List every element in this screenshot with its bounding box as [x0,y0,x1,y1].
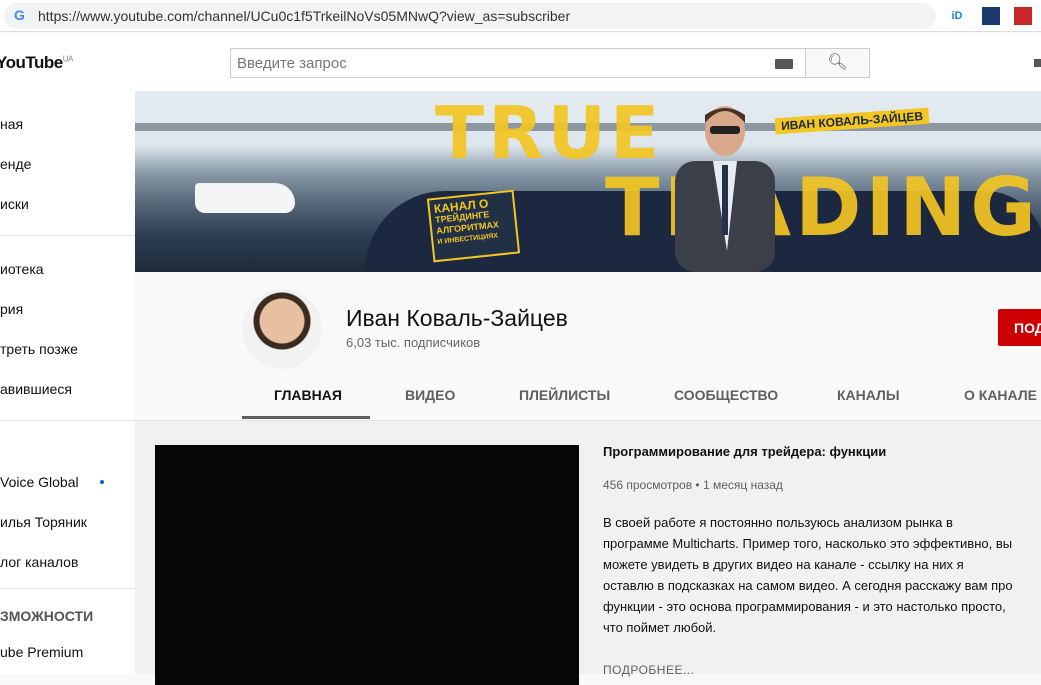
search-button[interactable]: 🔍︎ [805,48,870,78]
video-meta: 456 просмотров • 1 месяц назад [603,478,783,492]
sidebar-item-history[interactable]: рия [0,301,23,317]
search-placeholder: Введите запрос [237,55,347,72]
tab-community[interactable]: СООБЩЕСТВО [674,387,778,403]
banner-tagline-box: КАНАЛ О ТРЕЙДИНГЕ АЛГОРИТМАХ И ИНВЕСТИЦИ… [426,189,521,263]
divider [0,420,135,421]
browser-address-bar: G https://www.youtube.com/channel/UCu0c1… [0,0,1041,32]
active-tab-indicator [242,416,370,419]
divider [0,588,135,589]
sidebar-item-subscriptions[interactable]: иски [0,196,29,212]
channel-name: Иван Коваль-Зайцев [346,305,568,331]
video-title[interactable]: Программирование для трейдера: функции [603,444,886,459]
subscription-item[interactable]: Voice Global [0,474,79,490]
divider [0,235,135,236]
tab-home[interactable]: ГЛАВНАЯ [274,387,342,403]
subscriber-count: 6,03 тыс. подписчиков [346,335,481,350]
youtube-header: YouTubeUA Введите запрос 🔍︎ [0,33,1041,91]
subscription-item[interactable]: илья Торяник [0,514,87,530]
banner-person [675,106,775,272]
search-icon: 🔍︎ [827,54,848,71]
region-label: UA [62,54,74,64]
read-more-link[interactable]: ПОДРОБНЕЕ... [603,663,694,677]
sidebar-item-home[interactable]: ная [0,116,23,132]
sidebar-item-library[interactable]: иотека [0,261,44,277]
logo-text: YouTube [0,53,63,72]
sidebar-section-heading: ЗМОЖНОСТИ [0,608,94,624]
sidebar-item-premium[interactable]: ube Premium [0,644,83,660]
new-content-dot [100,480,104,484]
tab-videos[interactable]: ВИДЕО [405,387,455,403]
sidebar-item-channel-catalog[interactable]: лог каналов [0,554,78,570]
sidebar: ная енде иски иотека рия треть позже ави… [0,91,135,674]
video-description: В своей работе я постоянно пользуюсь ана… [603,515,1013,635]
apps-icon[interactable] [1034,59,1041,67]
google-icon: G [14,7,25,23]
youtube-logo[interactable]: YouTubeUA [0,53,73,73]
banner-boat [195,183,295,213]
search-input[interactable]: Введите запрос [230,48,806,78]
sidebar-item-liked[interactable]: авившиеся [0,381,72,397]
sidebar-item-trending[interactable]: енде [0,156,31,172]
subscribe-button[interactable]: ПОД [998,309,1041,346]
sidebar-item-watch-later[interactable]: треть позже [0,341,78,357]
keyboard-icon[interactable] [775,59,793,69]
featured-video-section: Программирование для трейдера: функции 4… [135,420,1041,685]
tab-channels[interactable]: КАНАЛЫ [837,387,900,403]
url-text[interactable]: https://www.youtube.com/channel/UCu0c1f5… [38,8,570,24]
channel-header: Иван Коваль-Зайцев 6,03 тыс. подписчиков… [135,272,1041,420]
extension-id-icon[interactable]: iD [948,7,966,25]
tab-playlists[interactable]: ПЛЕЙЛИСТЫ [519,387,610,403]
channel-avatar[interactable] [242,289,322,369]
stats-icon[interactable] [982,7,1000,25]
video-player[interactable] [155,445,579,685]
channel-banner: TRUE TRADING ИВАН КОВАЛЬ-ЗАЙЦЕВ КАНАЛ О … [135,91,1041,272]
tab-about[interactable]: О КАНАЛЕ [964,387,1037,403]
save-icon[interactable] [1014,7,1032,25]
